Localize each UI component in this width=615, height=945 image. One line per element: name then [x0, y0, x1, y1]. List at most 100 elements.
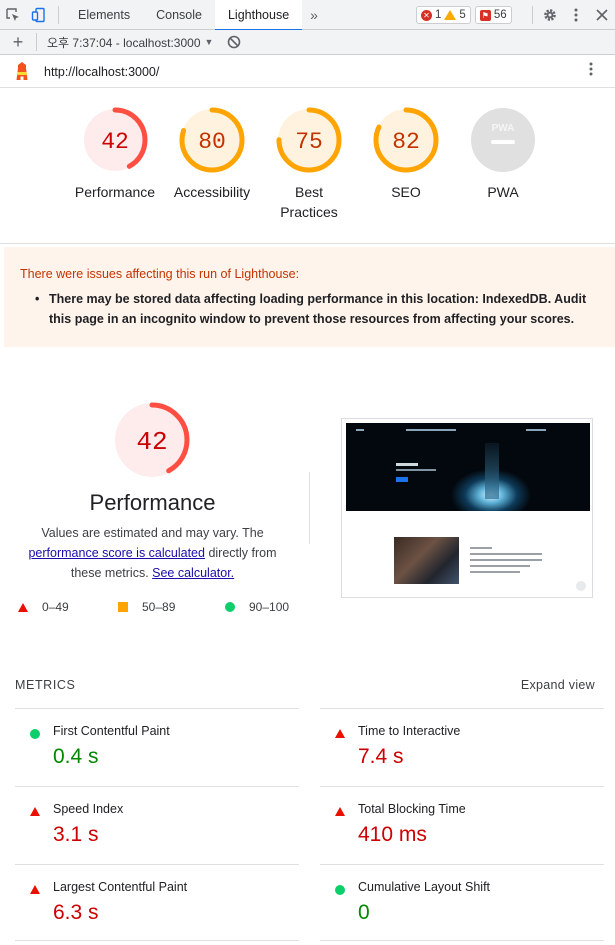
score-value: 82: [392, 129, 420, 155]
clear-reports-icon[interactable]: [221, 30, 247, 55]
gauge-pwa[interactable]: PWA PWA: [453, 106, 553, 202]
metric-value: 0.4 s: [53, 745, 99, 768]
metric-value: 6.3 s: [53, 901, 99, 924]
issue-flag-icon: ⚑: [479, 9, 491, 21]
warning-item: There may be stored data affecting loadi…: [35, 289, 589, 329]
lighthouse-logo-icon: [0, 61, 44, 82]
category-label: Performance: [74, 184, 156, 200]
final-screenshot-thumbnail[interactable]: [341, 418, 593, 598]
gauge-performance[interactable]: 42 Performance: [65, 106, 165, 202]
console-counts-badge[interactable]: ✕ 1 5: [416, 6, 471, 24]
tab-console[interactable]: Console: [143, 0, 215, 30]
circle-icon: [225, 602, 235, 612]
metric-total-blocking-time: Total Blocking Time 410 ms: [320, 786, 604, 864]
warning-icon: [444, 10, 457, 20]
fail-triangle-icon: [335, 729, 345, 738]
issue-count: 56: [493, 9, 507, 21]
performance-title: Performance: [89, 490, 216, 515]
category-label: Best Practices: [259, 182, 359, 222]
score-ring: 82: [373, 107, 439, 173]
toolbar-divider: [532, 6, 533, 24]
category-gauges: 42 Performance 80 Accessibility 75 Best …: [0, 88, 615, 244]
more-options-icon[interactable]: [563, 0, 589, 30]
screenshot-photo: [394, 537, 459, 584]
performance-description: Values are estimated and may vary. The p…: [25, 523, 280, 583]
more-tabs-button[interactable]: »: [302, 7, 326, 23]
legend-average: 50–89: [118, 600, 175, 614]
metrics-divider: [15, 940, 299, 941]
category-label: Accessibility: [173, 184, 251, 200]
category-label-line: Practices: [280, 204, 338, 220]
metric-largest-contentful-paint: Largest Contentful Paint 6.3 s: [15, 864, 299, 942]
tab-elements[interactable]: Elements: [65, 0, 143, 30]
pwa-badge-text: PWA: [492, 123, 515, 134]
settings-gear-icon[interactable]: [537, 0, 563, 30]
metric-name: Cumulative Layout Shift: [358, 880, 491, 894]
metric-name: Time to Interactive: [358, 724, 461, 738]
score-ring: 80: [179, 107, 245, 173]
score-ring: 42: [114, 402, 190, 478]
screenshot-widget-icon: [576, 581, 586, 591]
gauge-seo[interactable]: 82 SEO: [356, 106, 456, 202]
fail-triangle-icon: [30, 885, 40, 894]
legend-pass: 90–100: [225, 600, 289, 614]
metrics-divider: [320, 940, 604, 941]
pass-circle-icon: [30, 729, 40, 739]
score-value: 75: [295, 129, 323, 155]
fail-triangle-icon: [30, 807, 40, 816]
metric-time-to-interactive: Time to Interactive 7.4 s: [320, 708, 604, 786]
category-label: PWA: [487, 184, 519, 200]
legend-fail: 0–49: [18, 600, 69, 614]
pwa-badge-icon: PWA: [471, 108, 535, 172]
devtools-tabbar: Elements Console Lighthouse » ✕ 1 5 ⚑ 56: [0, 0, 615, 31]
report-menu-icon[interactable]: [589, 62, 593, 82]
metric-value: 3.1 s: [53, 823, 99, 846]
category-label: SEO: [391, 184, 421, 200]
expand-view-toggle[interactable]: Expand view: [521, 678, 595, 692]
screenshot-text-block: [470, 547, 542, 577]
triangle-icon: [18, 602, 28, 612]
score-value: 42: [101, 129, 129, 155]
metrics-heading: METRICS: [15, 678, 76, 692]
legend-range: 90–100: [249, 600, 290, 614]
score-value: 80: [198, 129, 226, 155]
report-selector[interactable]: 오후 7:37:04 - localhost:3000 ▼: [39, 34, 221, 51]
new-report-plus-icon[interactable]: +: [0, 30, 36, 55]
category-label-line: Best: [294, 184, 323, 200]
performance-score-gauge: 42: [112, 400, 192, 485]
device-toolbar-icon[interactable]: [26, 0, 52, 30]
dropdown-caret-icon: ▼: [204, 37, 214, 47]
metric-name: Speed Index: [53, 802, 124, 816]
report-url[interactable]: http://localhost:3000/: [44, 65, 159, 79]
warning-count: 5: [459, 9, 466, 21]
report-url-bar: http://localhost:3000/: [0, 56, 615, 88]
see-calculator-link[interactable]: See calculator.: [152, 566, 234, 580]
tab-lighthouse[interactable]: Lighthouse: [214, 0, 303, 31]
gauge-accessibility[interactable]: 80 Accessibility: [162, 106, 262, 202]
close-devtools-icon[interactable]: [589, 0, 615, 30]
toolbar-divider: [36, 33, 37, 51]
metric-first-contentful-paint: First Contentful Paint 0.4 s: [15, 708, 299, 786]
error-count: 1: [435, 9, 442, 21]
screenshot-hero-image: [346, 423, 590, 511]
metric-value: 7.4 s: [358, 745, 404, 768]
metrics-header: METRICS Expand view: [15, 678, 595, 692]
issues-badge[interactable]: ⚑ 56: [474, 6, 512, 24]
metric-value: 410 ms: [358, 823, 427, 846]
square-icon: [118, 602, 128, 612]
section-divider: [309, 472, 310, 544]
description-text: Values are estimated and may vary. The: [41, 526, 264, 540]
fail-triangle-icon: [335, 807, 345, 816]
gauge-best-practices[interactable]: 75 Best Practices: [259, 106, 359, 222]
warning-title: There were issues affecting this run of …: [20, 267, 300, 281]
inspect-element-icon[interactable]: [0, 0, 26, 30]
lighthouse-toolbar: + 오후 7:37:04 - localhost:3000 ▼: [0, 30, 615, 55]
legend-range: 0–49: [42, 600, 69, 614]
metric-name: First Contentful Paint: [53, 724, 170, 738]
score-calculation-link[interactable]: performance score is calculated: [28, 546, 204, 560]
score-ring: 75: [276, 107, 342, 173]
metric-cumulative-layout-shift: Cumulative Layout Shift 0: [320, 864, 604, 942]
report-selector-label: 오후 7:37:04 - localhost:3000: [47, 35, 201, 50]
error-icon: ✕: [421, 9, 432, 21]
score-ring: 42: [82, 107, 148, 173]
